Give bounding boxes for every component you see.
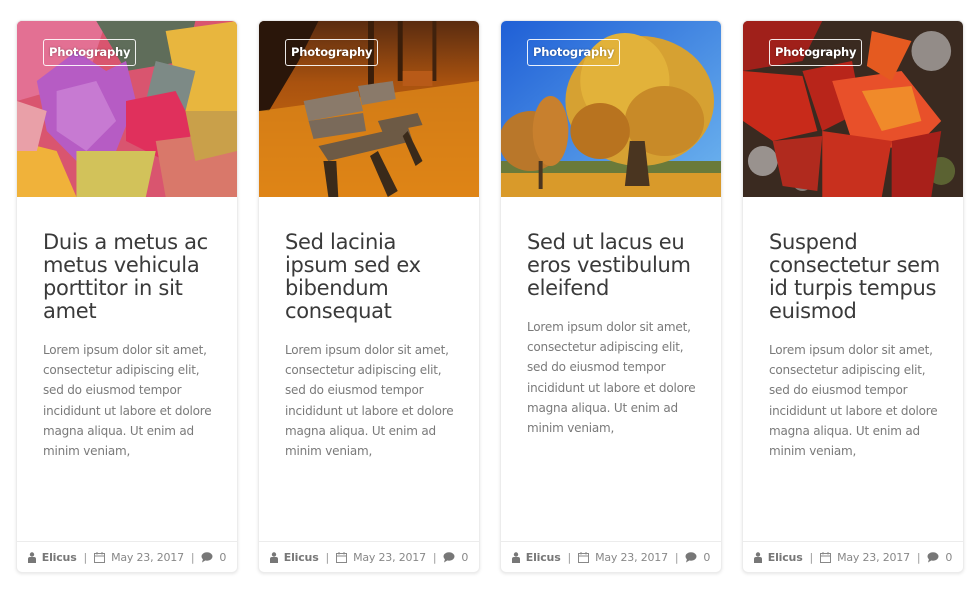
meta-separator: | <box>809 550 814 564</box>
meta-separator: | <box>83 550 88 564</box>
user-icon <box>27 551 36 563</box>
user-icon <box>269 551 278 563</box>
comment-icon <box>685 551 697 563</box>
meta-separator: | <box>325 550 330 564</box>
meta-separator: | <box>190 550 195 564</box>
post-excerpt: Lorem ipsum dolor sit amet, consectetur … <box>43 343 212 459</box>
blog-post-card: Photography Suspend consectetur sem id t… <box>742 20 964 573</box>
calendar-icon <box>336 551 348 563</box>
meta-separator: | <box>674 550 679 564</box>
post-date: May 23, 2017 <box>353 550 426 564</box>
post-thumbnail[interactable]: Photography <box>17 21 237 197</box>
post-thumbnail[interactable]: Photography <box>259 21 479 197</box>
comment-count[interactable]: 0 <box>461 551 468 564</box>
post-excerpt: Lorem ipsum dolor sit amet, consectetur … <box>769 343 938 459</box>
post-date: May 23, 2017 <box>111 550 184 564</box>
user-icon <box>753 551 762 563</box>
post-title[interactable]: Sed ut lacus eu eros vestibulum eleifend <box>527 231 703 300</box>
post-title[interactable]: Sed lacinia ipsum sed ex bibendum conseq… <box>285 231 461 323</box>
meta-separator: | <box>916 550 921 564</box>
category-tag[interactable]: Photography <box>285 39 379 66</box>
calendar-icon <box>578 551 590 563</box>
post-author[interactable]: Elicus <box>42 551 77 564</box>
post-meta: Elicus | May 23, 2017 | 0 <box>743 541 963 572</box>
post-thumbnail[interactable]: Photography <box>743 21 963 197</box>
meta-separator: | <box>432 550 437 564</box>
calendar-icon <box>94 551 106 563</box>
post-title[interactable]: Suspend consectetur sem id turpis tempus… <box>769 231 945 323</box>
user-icon <box>511 551 520 563</box>
comment-count[interactable]: 0 <box>219 551 226 564</box>
comment-count[interactable]: 0 <box>703 551 710 564</box>
post-date: May 23, 2017 <box>837 550 910 564</box>
category-tag[interactable]: Photography <box>527 39 621 66</box>
post-excerpt: Lorem ipsum dolor sit amet, consectetur … <box>527 320 696 436</box>
blog-post-card: Photography Sed ut lacus eu eros vestibu… <box>500 20 722 573</box>
post-author[interactable]: Elicus <box>768 551 803 564</box>
meta-separator: | <box>567 550 572 564</box>
post-date: May 23, 2017 <box>595 550 668 564</box>
comment-count[interactable]: 0 <box>945 551 952 564</box>
blog-post-card: Photography Sed lacinia ipsum sed ex bib… <box>258 20 480 573</box>
post-meta: Elicus | May 23, 2017 | 0 <box>17 541 237 572</box>
blog-post-grid: Photography Duis a metus ac metus vehicu… <box>16 20 966 574</box>
post-meta: Elicus | May 23, 2017 | 0 <box>501 541 721 572</box>
category-tag[interactable]: Photography <box>43 39 137 66</box>
post-excerpt: Lorem ipsum dolor sit amet, consectetur … <box>285 343 454 459</box>
post-thumbnail[interactable]: Photography <box>501 21 721 197</box>
calendar-icon <box>820 551 832 563</box>
blog-post-card: Photography Duis a metus ac metus vehicu… <box>16 20 238 573</box>
category-tag[interactable]: Photography <box>769 39 863 66</box>
comment-icon <box>201 551 213 563</box>
comment-icon <box>927 551 939 563</box>
post-meta: Elicus | May 23, 2017 | 0 <box>259 541 479 572</box>
comment-icon <box>443 551 455 563</box>
post-author[interactable]: Elicus <box>284 551 319 564</box>
post-title[interactable]: Duis a metus ac metus vehicula porttitor… <box>43 231 219 323</box>
post-author[interactable]: Elicus <box>526 551 561 564</box>
